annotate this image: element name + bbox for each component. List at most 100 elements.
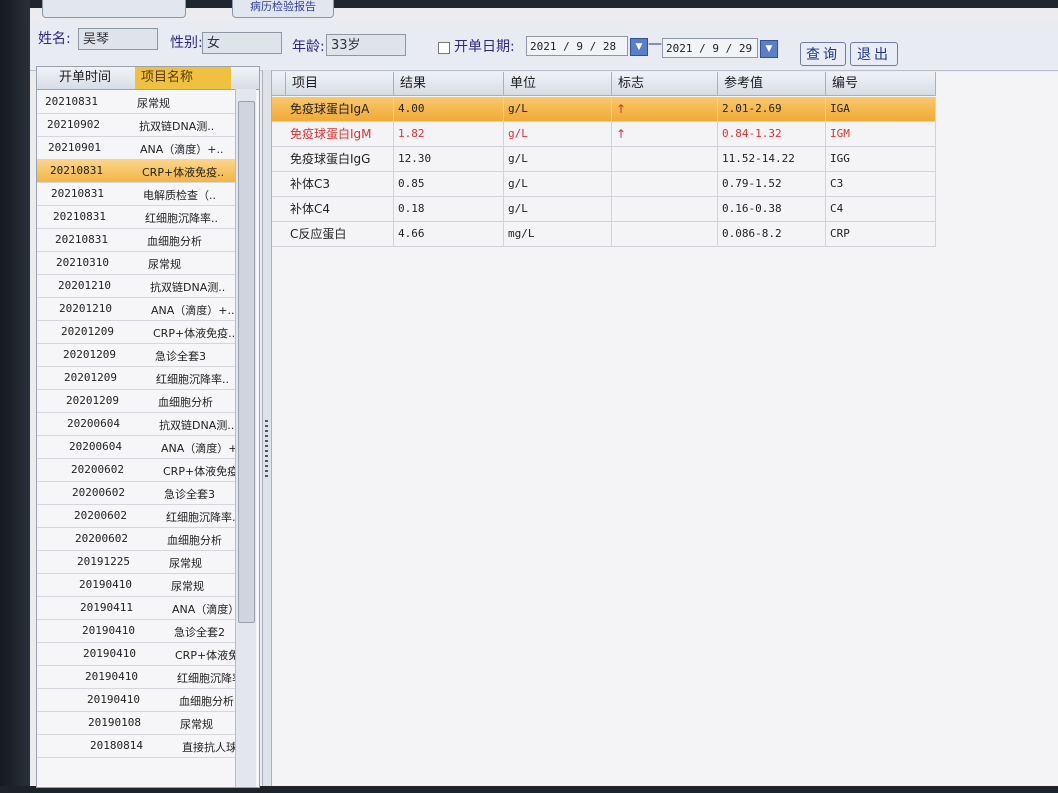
- top-tab-2[interactable]: 病历检验报告: [232, 0, 334, 18]
- list-item[interactable]: 20210831 尿常规: [37, 91, 237, 114]
- cell-unit: g/L: [504, 147, 612, 171]
- list-item-date: 20190410: [85, 670, 138, 683]
- list-item[interactable]: 20190410 急诊全套2: [37, 620, 237, 643]
- cell-item: 免疫球蛋白IgG: [286, 147, 394, 171]
- cell-unit: g/L: [504, 172, 612, 196]
- cell-item: C反应蛋白: [286, 222, 394, 246]
- list-item-date: 20201210: [59, 302, 112, 315]
- list-item[interactable]: 20210831 红细胞沉降率..: [37, 206, 237, 229]
- table-row[interactable]: 补体C3 0.85 g/L 0.79-1.52 C3: [272, 172, 936, 197]
- list-item-date: 20201209: [66, 394, 119, 407]
- exit-button[interactable]: 退出: [850, 42, 898, 66]
- list-item-date: 20200602: [75, 532, 128, 545]
- list-item-date: 20210831: [50, 164, 103, 177]
- header-code[interactable]: 编号: [826, 72, 936, 96]
- cell-item: 免疫球蛋白IgM: [286, 122, 394, 146]
- list-item[interactable]: 20210310 尿常规: [37, 252, 237, 275]
- list-item-date: 20201209: [63, 348, 116, 361]
- cell-flag: [612, 197, 718, 221]
- list-item-date: 20190410: [82, 624, 135, 637]
- list-item[interactable]: 20201209 血细胞分析: [37, 390, 237, 413]
- sex-label: 性别:: [170, 35, 203, 51]
- list-item[interactable]: 20200602 红细胞沉降率..: [37, 505, 239, 528]
- list-item-date: 20210831: [45, 95, 98, 108]
- age-field[interactable]: 33岁: [326, 34, 406, 56]
- list-item[interactable]: 20190411 ANA（滴度）+..: [37, 597, 256, 620]
- list-item[interactable]: 20191225 尿常规: [37, 551, 237, 574]
- list-item[interactable]: 20180814 直接抗人球蛋..: [37, 735, 255, 758]
- header-open-time[interactable]: 开单时间: [37, 67, 133, 89]
- cell-flag: [612, 172, 718, 196]
- name-label: 姓名:: [38, 31, 71, 47]
- results-grid: 项目 结果 单位 标志 参考值 编号 免疫球蛋白IgA 4.00 g/L ↑ 2.01-…: [272, 72, 1058, 786]
- sex-field[interactable]: 女: [202, 32, 282, 54]
- list-item[interactable]: 20201209 红细胞沉降率..: [37, 367, 237, 390]
- table-row[interactable]: 补体C4 0.18 g/L 0.16-0.38 C4: [272, 197, 936, 222]
- list-item-date: 20190411: [80, 601, 133, 614]
- list-item[interactable]: 20201209 CRP+体液免疫..: [37, 321, 237, 344]
- list-item[interactable]: 20190410 尿常规: [37, 574, 237, 597]
- list-item[interactable]: 20200602 血细胞分析: [37, 528, 237, 551]
- list-item-date: 20200602: [71, 463, 124, 476]
- list-item[interactable]: 20200602 急诊全套3: [37, 482, 237, 505]
- order-list-scrollbar[interactable]: [235, 89, 256, 787]
- query-button[interactable]: 查询: [800, 42, 846, 66]
- toolbar: 姓名: 吴琴 性别: 女 年龄: 33岁 开单日期: 2021 / 9 / 28…: [30, 22, 1058, 71]
- name-field[interactable]: 吴琴: [78, 28, 158, 50]
- list-item[interactable]: 20210831 CRP+体液免疫..: [37, 160, 237, 183]
- order-list-panel: 开单时间 项目名称 20210831 尿常规 20210902 抗双链DNA测.. 20…: [36, 66, 260, 788]
- scrollbar-thumb[interactable]: [238, 101, 255, 623]
- table-row[interactable]: 免疫球蛋白IgA 4.00 g/L ↑ 2.01-2.69 IGA: [272, 97, 936, 122]
- panel-splitter[interactable]: [262, 70, 272, 786]
- header-item[interactable]: 项目: [286, 72, 394, 96]
- list-item-date: 20200604: [67, 417, 120, 430]
- list-item[interactable]: 20201210 抗双链DNA测..: [37, 275, 237, 298]
- date-to-dropdown-icon[interactable]: ▼: [760, 40, 778, 58]
- date-to-field[interactable]: 2021 / 9 / 29: [662, 38, 758, 58]
- list-item[interactable]: 20190410 红细胞沉降率..: [37, 666, 250, 689]
- list-item[interactable]: 20201209 急诊全套3: [37, 344, 237, 367]
- cell-flag: ↑: [612, 122, 718, 146]
- list-item[interactable]: 20201210 ANA（滴度）+..: [37, 298, 237, 321]
- cell-item: 补体C4: [286, 197, 394, 221]
- open-date-checkbox[interactable]: [438, 42, 450, 54]
- header-flag[interactable]: 标志: [612, 72, 718, 96]
- header-reference[interactable]: 参考值: [718, 72, 826, 96]
- date-from-field[interactable]: 2021 / 9 / 28: [526, 36, 628, 56]
- list-item-date: 20190410: [83, 647, 136, 660]
- list-item[interactable]: 20200604 抗双链DNA测..: [37, 413, 237, 436]
- top-tab-1[interactable]: [42, 0, 186, 18]
- cell-reference: 11.52-14.22: [718, 147, 826, 171]
- table-row[interactable]: 免疫球蛋白IgG 12.30 g/L 11.52-14.22 IGG: [272, 147, 936, 172]
- list-item-date: 20191225: [77, 555, 130, 568]
- table-row[interactable]: 免疫球蛋白IgM 1.82 g/L ↑ 0.84-1.32 IGM: [272, 122, 936, 147]
- cell-code: IGA: [826, 97, 936, 121]
- list-item[interactable]: 20190108 尿常规: [37, 712, 237, 735]
- list-item-date: 20210902: [47, 118, 100, 131]
- list-item-date: 20210831: [53, 210, 106, 223]
- order-list-header: 开单时间 项目名称: [37, 67, 259, 90]
- list-item[interactable]: 20210831 电解质检查（..: [37, 183, 237, 206]
- cell-reference: 0.84-1.32: [718, 122, 826, 146]
- date-from-dropdown-icon[interactable]: ▼: [630, 38, 648, 56]
- cell-unit: g/L: [504, 122, 612, 146]
- header-unit[interactable]: 单位: [504, 72, 612, 96]
- list-item[interactable]: 20190410 CRP+体液免疫..: [37, 643, 257, 666]
- cell-result: 0.85: [394, 172, 504, 196]
- header-item-name[interactable]: 项目名称: [135, 67, 231, 89]
- list-item-date: 20210901: [48, 141, 101, 154]
- list-item[interactable]: 20200604 ANA（滴度）+..: [37, 436, 245, 459]
- cell-reference: 0.086-8.2: [718, 222, 826, 246]
- list-item-date: 20180814: [90, 739, 143, 752]
- list-item[interactable]: 20210902 抗双链DNA测..: [37, 114, 237, 137]
- list-item-date: 20210831: [55, 233, 108, 246]
- table-row[interactable]: C反应蛋白 4.66 mg/L 0.086-8.2 CRP: [272, 222, 936, 247]
- cell-flag: [612, 222, 718, 246]
- list-item[interactable]: 20210901 ANA（滴度）+..: [37, 137, 237, 160]
- list-item[interactable]: 20210831 血细胞分析: [37, 229, 237, 252]
- list-item-name: ANA（滴度）+..: [140, 143, 224, 156]
- list-item[interactable]: 20200602 CRP+体液免疫..: [37, 459, 245, 482]
- header-result[interactable]: 结果: [394, 72, 504, 96]
- list-item[interactable]: 20190410 血细胞分析: [37, 689, 237, 712]
- list-item-date: 20200604: [69, 440, 122, 453]
